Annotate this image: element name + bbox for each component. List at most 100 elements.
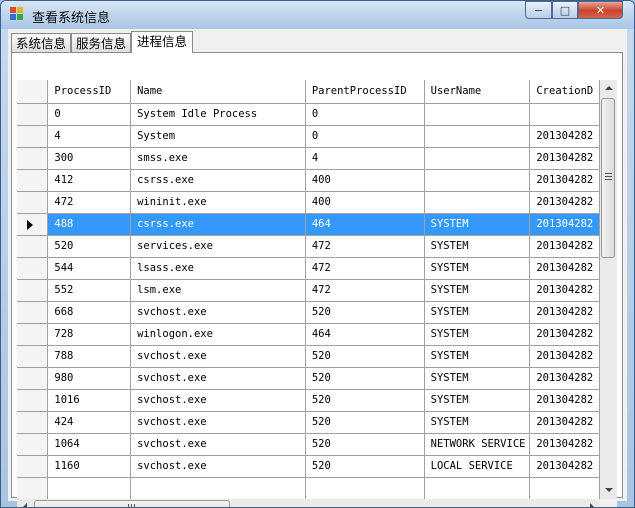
- cell-creationdate[interactable]: 201304282: [529, 323, 600, 346]
- cell-creationdate[interactable]: 201304282: [529, 169, 600, 192]
- cell-parentprocessid[interactable]: 0: [305, 125, 425, 148]
- cell-creationdate[interactable]: 201304282: [529, 433, 600, 456]
- table-row[interactable]: 980 svchost.exe 520 SYSTEM 201304282: [17, 367, 600, 390]
- cell-processid[interactable]: 4: [47, 125, 132, 148]
- cell-creationdate[interactable]: [529, 103, 600, 126]
- cell-creationdate[interactable]: 201304282: [529, 257, 600, 280]
- row-header[interactable]: [17, 191, 49, 214]
- cell-name[interactable]: svchost.exe: [130, 433, 306, 456]
- cell-creationdate[interactable]: [529, 477, 600, 499]
- cell-name[interactable]: System: [130, 125, 306, 148]
- cell-parentprocessid[interactable]: 520: [305, 411, 425, 434]
- cell-parentprocessid[interactable]: [305, 477, 425, 499]
- cell-name[interactable]: csrss.exe: [130, 213, 306, 236]
- table-row[interactable]: 1016 svchost.exe 520 SYSTEM 201304282: [17, 389, 600, 412]
- cell-name[interactable]: smss.exe: [130, 147, 306, 170]
- table-row[interactable]: 300 smss.exe 4 201304282: [17, 147, 600, 170]
- cell-creationdate[interactable]: 201304282: [529, 147, 600, 170]
- table-row[interactable]: 520 services.exe 472 SYSTEM 201304282: [17, 235, 600, 258]
- cell-processid[interactable]: 1016: [47, 389, 132, 412]
- table-row[interactable]: 424 svchost.exe 520 SYSTEM 201304282: [17, 411, 600, 434]
- column-header-processid[interactable]: ProcessID: [47, 80, 132, 104]
- cell-creationdate[interactable]: 201304282: [529, 235, 600, 258]
- cell-username[interactable]: [424, 125, 531, 148]
- cell-parentprocessid[interactable]: 520: [305, 389, 425, 412]
- cell-name[interactable]: svchost.exe: [130, 301, 306, 324]
- cell-parentprocessid[interactable]: 520: [305, 367, 425, 390]
- table-row[interactable]: 4 System 0 201304282: [17, 125, 600, 148]
- table-row[interactable]: 728 winlogon.exe 464 SYSTEM 201304282: [17, 323, 600, 346]
- cell-name[interactable]: [130, 477, 306, 499]
- row-header[interactable]: [17, 411, 49, 434]
- row-header[interactable]: [17, 147, 49, 170]
- vertical-scroll-thumb[interactable]: [601, 98, 615, 258]
- maximize-button[interactable]: □: [552, 1, 578, 19]
- row-header[interactable]: [17, 125, 49, 148]
- cell-processid[interactable]: 1064: [47, 433, 132, 456]
- cell-username[interactable]: SYSTEM: [424, 257, 531, 280]
- cell-processid[interactable]: 1160: [47, 455, 132, 478]
- cell-parentprocessid[interactable]: 0: [305, 103, 425, 126]
- cell-parentprocessid[interactable]: 400: [305, 169, 425, 192]
- cell-parentprocessid[interactable]: 520: [305, 301, 425, 324]
- cell-username[interactable]: SYSTEM: [424, 279, 531, 302]
- scroll-right-icon[interactable]: [590, 503, 594, 507]
- cell-processid[interactable]: 472: [47, 191, 132, 214]
- cell-processid[interactable]: 728: [47, 323, 132, 346]
- table-row[interactable]: 544 lsass.exe 472 SYSTEM 201304282: [17, 257, 600, 280]
- vertical-scrollbar[interactable]: [600, 80, 617, 499]
- table-row[interactable]: 0 System Idle Process 0: [17, 103, 600, 126]
- row-header[interactable]: [17, 235, 49, 258]
- cell-parentprocessid[interactable]: 400: [305, 191, 425, 214]
- column-header-username[interactable]: UserName: [424, 80, 531, 104]
- cell-username[interactable]: NETWORK SERVICE: [424, 433, 531, 456]
- cell-username[interactable]: [424, 169, 531, 192]
- cell-processid[interactable]: 980: [47, 367, 132, 390]
- cell-parentprocessid[interactable]: 472: [305, 279, 425, 302]
- cell-creationdate[interactable]: 201304282: [529, 389, 600, 412]
- cell-username[interactable]: [424, 477, 531, 499]
- cell-username[interactable]: SYSTEM: [424, 323, 531, 346]
- scroll-up-icon[interactable]: [600, 80, 617, 97]
- cell-creationdate[interactable]: 201304282: [529, 125, 600, 148]
- table-row[interactable]: 1160 svchost.exe 520 LOCAL SERVICE 201304282: [17, 455, 600, 478]
- cell-name[interactable]: svchost.exe: [130, 367, 306, 390]
- cell-processid[interactable]: 520: [47, 235, 132, 258]
- table-row[interactable]: 1064 svchost.exe 520 NETWORK SERVICE 2013042…: [17, 433, 600, 456]
- row-header[interactable]: [17, 323, 49, 346]
- cell-name[interactable]: svchost.exe: [130, 345, 306, 368]
- row-header[interactable]: [17, 301, 49, 324]
- row-header[interactable]: [17, 433, 49, 456]
- cell-creationdate[interactable]: 201304282: [529, 411, 600, 434]
- table-row[interactable]: 488 csrss.exe 464 SYSTEM 201304282: [17, 213, 600, 236]
- cell-username[interactable]: SYSTEM: [424, 411, 531, 434]
- tab-process-info[interactable]: 进程信息: [131, 31, 193, 53]
- cell-username[interactable]: LOCAL SERVICE: [424, 455, 531, 478]
- scroll-left-icon[interactable]: [23, 503, 27, 507]
- cell-processid[interactable]: 424: [47, 411, 132, 434]
- cell-processid[interactable]: 0: [47, 103, 132, 126]
- row-header[interactable]: [17, 213, 49, 236]
- cell-processid[interactable]: 552: [47, 279, 132, 302]
- cell-parentprocessid[interactable]: 520: [305, 433, 425, 456]
- row-header[interactable]: [17, 389, 49, 412]
- cell-username[interactable]: [424, 191, 531, 214]
- cell-processid[interactable]: 300: [47, 147, 132, 170]
- table-row[interactable]: 552 lsm.exe 472 SYSTEM 201304282: [17, 279, 600, 302]
- column-header-creationdate[interactable]: CreationD: [529, 80, 600, 104]
- cell-creationdate[interactable]: 201304282: [529, 455, 600, 478]
- cell-name[interactable]: svchost.exe: [130, 411, 306, 434]
- cell-parentprocessid[interactable]: 520: [305, 345, 425, 368]
- cell-processid[interactable]: 544: [47, 257, 132, 280]
- cell-username[interactable]: SYSTEM: [424, 389, 531, 412]
- row-header[interactable]: [17, 257, 49, 280]
- cell-username[interactable]: [424, 103, 531, 126]
- cell-creationdate[interactable]: 201304282: [529, 191, 600, 214]
- row-header[interactable]: [17, 279, 49, 302]
- tab-service-info[interactable]: 服务信息: [71, 33, 131, 52]
- cell-name[interactable]: winlogon.exe: [130, 323, 306, 346]
- row-header[interactable]: [17, 345, 49, 368]
- cell-creationdate[interactable]: 201304282: [529, 213, 600, 236]
- cell-username[interactable]: SYSTEM: [424, 345, 531, 368]
- cell-username[interactable]: SYSTEM: [424, 213, 531, 236]
